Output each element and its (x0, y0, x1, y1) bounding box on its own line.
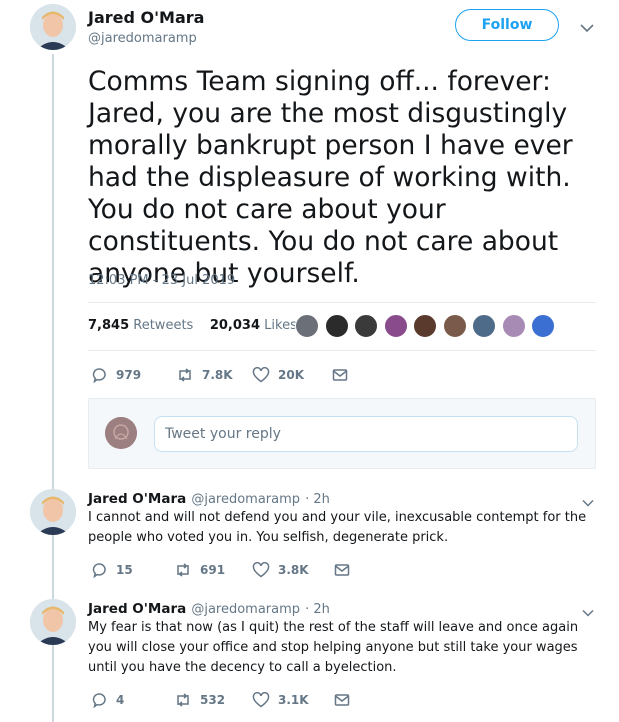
reply-action[interactable]: 15 (92, 562, 133, 578)
likes-count: 20,034 (209, 318, 261, 333)
liker-avatars (295, 314, 561, 338)
retweets-label: Retweets (133, 318, 194, 333)
message-action[interactable] (334, 562, 358, 578)
likes-stat[interactable]: 20,034 Likes (210, 318, 297, 333)
author-name[interactable]: Jared O'Mara (88, 8, 204, 27)
envelope-icon (334, 694, 350, 706)
reply-action[interactable]: 979 (92, 367, 141, 383)
envelope-icon (334, 564, 350, 576)
tweet-text: Comms Team signing off... forever: Jared… (88, 66, 573, 289)
retweet-count: 7.8K (202, 368, 233, 382)
liker-avatar[interactable] (472, 314, 496, 338)
reply-icon (92, 693, 106, 708)
reply-icon (92, 368, 106, 383)
like-action[interactable]: 3.1K (252, 692, 309, 708)
author-handle[interactable]: @jaredomaramp (88, 31, 197, 46)
retweet-count: 532 (200, 693, 226, 707)
reply-author-avatar[interactable] (30, 599, 76, 645)
reply-time[interactable]: · 2h (305, 492, 330, 507)
liker-avatar[interactable] (442, 314, 467, 338)
liker-avatar[interactable] (354, 314, 378, 338)
divider (88, 302, 596, 303)
reply-input[interactable]: Tweet your reply (154, 416, 578, 452)
author-avatar[interactable] (30, 4, 76, 50)
reply-action[interactable]: 4 (92, 692, 124, 708)
retweet-icon (177, 563, 189, 577)
chevron-down-icon[interactable] (580, 18, 594, 37)
liker-avatar[interactable] (295, 314, 319, 338)
heart-icon (252, 367, 270, 383)
like-action[interactable]: 20K (252, 367, 304, 383)
divider (88, 350, 596, 351)
reply-count: 4 (116, 693, 125, 707)
retweet-icon (177, 693, 189, 707)
current-user-avatar (105, 417, 137, 449)
reply-text: I cannot and will not defend you and you… (88, 510, 587, 545)
reply-icon (92, 563, 106, 578)
liker-avatar[interactable] (383, 314, 408, 338)
retweet-action[interactable]: 691 (174, 562, 225, 578)
reply-author-name[interactable]: Jared O'Mara (88, 601, 186, 617)
retweets-stat[interactable]: 7,845 Retweets (88, 318, 193, 333)
reply-author-handle[interactable]: @jaredomaramp (191, 492, 300, 507)
liker-avatar[interactable] (531, 314, 555, 338)
liker-avatar[interactable] (413, 314, 437, 338)
like-count: 20K (278, 368, 304, 382)
message-action[interactable] (334, 692, 358, 708)
reply-count: 979 (116, 368, 142, 382)
reply-author-avatar[interactable] (30, 489, 76, 535)
heart-icon (252, 562, 270, 578)
reply-author-handle[interactable]: @jaredomaramp (191, 602, 300, 617)
like-action[interactable]: 3.8K (252, 562, 309, 578)
reply-header: Jared O'Mara @jaredomaramp · 2h (88, 598, 330, 617)
message-action[interactable] (332, 367, 356, 383)
reply-count: 15 (116, 563, 133, 577)
reply-author-name[interactable]: Jared O'Mara (88, 491, 186, 507)
like-count: 3.8K (278, 563, 309, 577)
retweet-count: 691 (200, 563, 226, 577)
retweet-action[interactable]: 7.8K (176, 367, 233, 383)
heart-icon (252, 692, 270, 708)
retweet-icon (179, 368, 191, 382)
retweet-action[interactable]: 532 (174, 692, 225, 708)
retweets-count: 7,845 (88, 318, 130, 333)
reply-time[interactable]: · 2h (305, 602, 330, 617)
reply-text: My fear is that now (as I quit) the rest… (88, 620, 579, 675)
like-count: 3.1K (278, 693, 309, 707)
tweet-stats: 7,845 Retweets 20,034 Likes (88, 318, 297, 333)
liker-avatar[interactable] (324, 314, 349, 338)
envelope-icon (332, 369, 348, 381)
tweet-timestamp[interactable]: 12:03 PM - 23 Jul 2019 (88, 273, 235, 288)
likes-label: Likes (264, 318, 297, 333)
follow-button[interactable]: Follow (455, 9, 559, 41)
liker-avatar[interactable] (501, 314, 526, 338)
reply-header: Jared O'Mara @jaredomaramp · 2h (88, 488, 330, 507)
